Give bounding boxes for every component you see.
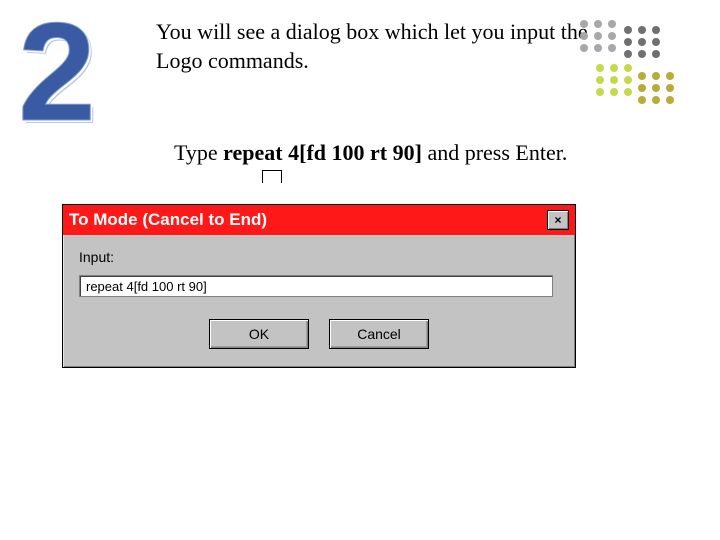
close-icon: × bbox=[554, 213, 561, 227]
dialog-body: Input: OK Cancel bbox=[63, 235, 575, 367]
logo-input-dialog: To Mode (Cancel to End) × Input: OK Canc… bbox=[62, 204, 576, 368]
dialog-title: To Mode (Cancel to End) bbox=[69, 210, 267, 230]
button-row: OK Cancel bbox=[79, 319, 559, 349]
marker-icon bbox=[262, 170, 282, 183]
step-number: 2 bbox=[18, 2, 96, 142]
close-button[interactable]: × bbox=[547, 210, 569, 230]
instruction-text-2: Type repeat 4[fd 100 rt 90] and press En… bbox=[174, 140, 567, 166]
command-input[interactable] bbox=[79, 275, 553, 297]
instruction-2-command: repeat 4[fd 100 rt 90] bbox=[223, 140, 422, 165]
dialog-titlebar: To Mode (Cancel to End) × bbox=[63, 205, 575, 235]
ok-button[interactable]: OK bbox=[209, 319, 309, 349]
instruction-2-post: and press Enter. bbox=[422, 140, 567, 165]
decorative-dots bbox=[580, 20, 690, 130]
input-label: Input: bbox=[79, 249, 559, 265]
instruction-text-1: You will see a dialog box which let you … bbox=[156, 18, 596, 75]
instruction-2-pre: Type bbox=[174, 140, 223, 165]
cancel-button[interactable]: Cancel bbox=[329, 319, 429, 349]
